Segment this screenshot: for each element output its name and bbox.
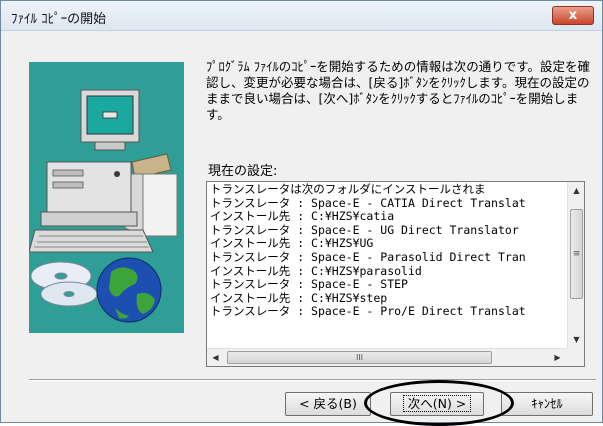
cd-disc-icon <box>30 261 98 307</box>
computer-with-cd-illustration <box>29 89 178 323</box>
scroll-left-arrow-icon[interactable]: ◀ <box>207 349 224 366</box>
next-button-label: 次へ(N) > <box>402 395 472 412</box>
scrollbar-corner <box>566 348 584 366</box>
vertical-scroll-thumb[interactable]: ≡ <box>570 209 583 299</box>
settings-line: インストール先 : C:¥HZS¥UG <box>210 236 374 251</box>
instructions-text: ﾌﾟﾛｸﾞﾗﾑ ﾌｧｲﾙのｺﾋﾟｰを開始するための情報は次の通りです。設定を確認… <box>206 59 590 122</box>
scroll-down-arrow-icon[interactable]: ▼ <box>568 331 585 348</box>
scroll-up-arrow-icon[interactable]: ▲ <box>568 182 585 199</box>
current-settings-list[interactable]: トランスレータは次のフォルダにインストールされま トランスレータ : Space… <box>206 181 585 367</box>
settings-line: トランスレータ : Space-E - Parasolid Direct Tra… <box>210 249 526 264</box>
system-unit-icon <box>40 161 138 227</box>
window-title: ﾌｧｲﾙ ｺﾋﾟｰの開始 <box>11 12 107 27</box>
globe-icon <box>96 257 162 323</box>
settings-line: インストール先 : C:¥HZS¥parasolid <box>210 263 422 278</box>
title-bar[interactable]: ﾌｧｲﾙ ｺﾋﾟｰの開始 x <box>1 1 602 31</box>
settings-line: トランスレータ : Space-E - CATIA Direct Transla… <box>210 195 526 210</box>
settings-lines: トランスレータは次のフォルダにインストールされま トランスレータ : Space… <box>210 183 562 347</box>
close-button[interactable]: x <box>552 6 594 25</box>
setup-dialog: ﾌｧｲﾙ ｺﾋﾟｰの開始 x ﾌﾟﾛｸﾞﾗﾑ ﾌｧｲﾙのｺﾋﾟｰを開始するための… <box>0 0 603 426</box>
next-button[interactable]: 次へ(N) > <box>390 392 484 416</box>
settings-line: トランスレータ : Space-E - STEP <box>210 277 408 292</box>
horizontal-scrollbar[interactable]: ◀ III ▶ <box>207 348 584 366</box>
settings-line: インストール先 : C:¥HZS¥step <box>210 290 388 305</box>
button-separator <box>29 379 596 381</box>
setup-illustration <box>29 62 184 333</box>
horizontal-scroll-thumb[interactable]: III <box>227 351 492 364</box>
keyboard-icon <box>29 229 154 253</box>
settings-line: トランスレータ : Space-E - Pro/E Direct Transla… <box>210 304 526 319</box>
back-button[interactable]: < 戻る(B) <box>285 392 371 416</box>
cancel-button[interactable]: ｷｬﾝｾﾙ <box>501 392 593 416</box>
settings-line: トランスレータ : Space-E - UG Direct Translator <box>210 222 519 237</box>
monitor-icon <box>80 89 140 151</box>
scroll-right-arrow-icon[interactable]: ▶ <box>549 349 566 366</box>
settings-line: トランスレータは次のフォルダにインストールされま <box>210 183 486 196</box>
vertical-scrollbar[interactable]: ▲ ≡ ▼ <box>567 182 584 348</box>
settings-line: インストール先 : C:¥HZS¥catia <box>210 209 395 224</box>
current-settings-label: 現在の設定: <box>208 164 278 179</box>
